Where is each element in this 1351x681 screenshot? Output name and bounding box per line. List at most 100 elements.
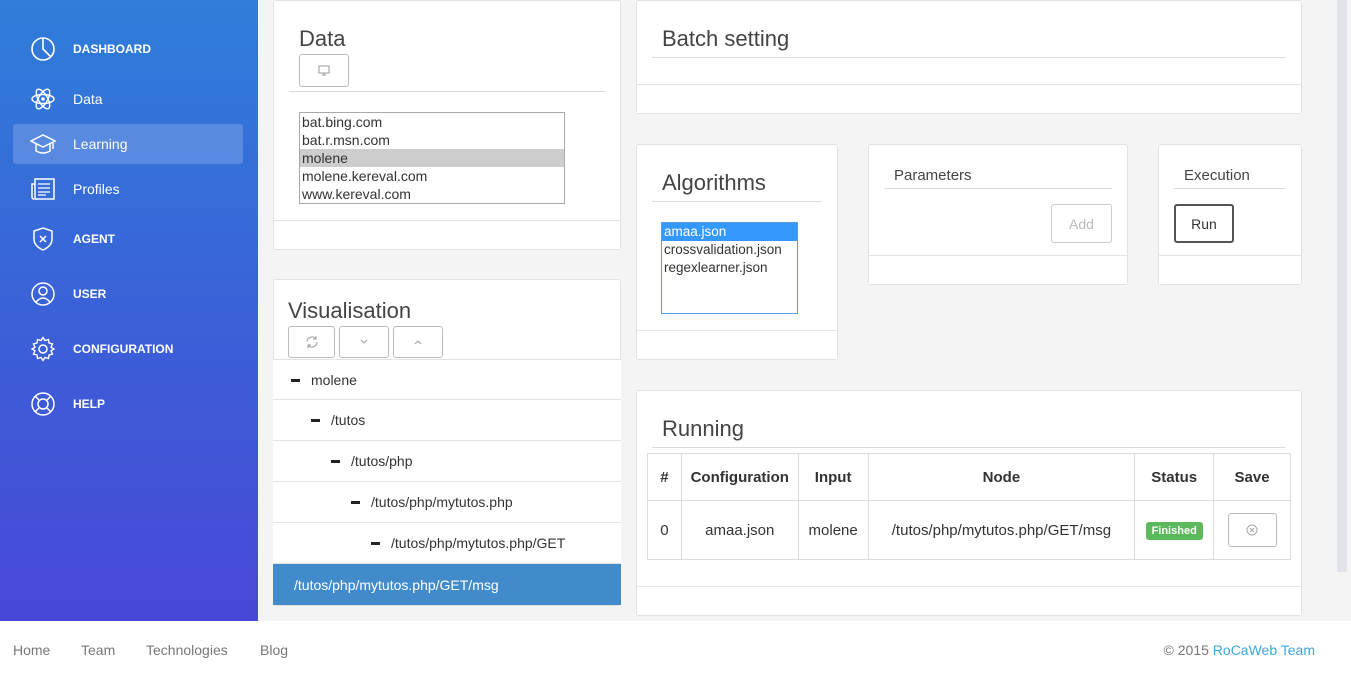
tree-node-label: /tutos [331,412,366,428]
refresh-icon [305,336,318,348]
column-header: Node [867,453,1136,501]
table-row: 0 amaa.json molene /tutos/php/mytutos.ph… [647,500,1291,560]
row-save [1213,500,1291,560]
sidebar-item-label: CONFIGURATION [73,342,174,356]
panel-footer [637,84,1301,113]
panel-title: Execution [1184,167,1250,184]
footer-link-team[interactable]: Team [81,642,115,658]
newspaper-icon [31,178,55,200]
panel-title: Parameters [894,167,972,184]
select-option[interactable]: bat.bing.com [300,113,564,131]
footer-link-home[interactable]: Home [13,642,50,658]
select-option-selected[interactable]: molene [300,149,564,167]
row-index: 0 [647,500,682,560]
select-option-selected[interactable]: amaa.json [662,223,797,241]
display-button[interactable] [299,54,349,87]
copyright: © 2015 RoCaWeb Team [1164,642,1315,658]
row-status: Finished [1134,500,1215,560]
user-icon [31,282,55,306]
collapse-dash-icon [331,460,340,463]
column-header: Input [797,453,869,501]
select-option[interactable]: bat.r.msn.com [300,131,564,149]
tree-node[interactable]: molene [273,359,621,400]
refresh-button[interactable] [288,326,335,358]
chevron-up-icon [414,340,422,345]
shield-icon [33,227,53,251]
sidebar-item-learning[interactable]: Learning [13,124,243,164]
row-configuration: amaa.json [680,500,799,560]
select-option[interactable]: crossvalidation.json [662,241,797,259]
tree-node[interactable]: /tutos/php/mytutos.php [273,482,621,523]
graduation-cap-icon [30,134,56,154]
copyright-text: © 2015 [1163,642,1213,658]
collapse-dash-icon [371,542,380,545]
panel-title: Data [299,26,346,51]
select-option[interactable]: www.kereval.com [300,185,564,203]
select-option[interactable]: regexlearner.json [662,259,797,277]
panel-footer [869,255,1127,284]
panel-footer [1159,255,1301,284]
scrollbar[interactable] [1337,0,1347,572]
select-option[interactable]: molene.kereval.com [300,167,564,185]
sidebar-item-label: HELP [73,397,106,411]
divider [1174,188,1286,189]
table-header-row: # Configuration Input Node Status Save [647,453,1291,501]
lifebuoy-icon [31,392,55,416]
brand-link[interactable]: RoCaWeb Team [1213,642,1315,658]
row-node: /tutos/php/mytutos.php/GET/msg [867,500,1136,560]
status-badge: Finished [1145,521,1203,540]
atom-icon [31,88,55,110]
collapse-dash-icon [351,501,360,504]
sidebar-item-configuration[interactable]: CONFIGURATION [13,329,243,369]
sidebar-item-label: DASHBOARD [73,42,151,56]
panel-title: Running [662,416,744,441]
column-header: Save [1213,453,1291,501]
tree-node-label: /tutos/php/mytutos.php/GET [391,535,566,551]
tree-node[interactable]: /tutos [273,400,621,441]
sidebar-item-label: Learning [73,136,128,152]
save-button[interactable] [1227,513,1277,547]
sidebar-item-label: USER [73,287,107,301]
monitor-icon [318,65,330,76]
divider [289,91,605,92]
tree-node-label: /tutos/php [351,453,413,469]
footer-link-technologies[interactable]: Technologies [146,642,228,658]
tree-node-selected[interactable]: /tutos/php/mytutos.php/GET/msg [273,564,621,605]
collapse-dash-icon [311,419,320,422]
tree-node[interactable]: /tutos/php [273,441,621,482]
sidebar-item-label: Profiles [73,181,120,197]
gear-icon [30,336,56,362]
footer-link-blog[interactable]: Blog [260,642,288,658]
collapse-button[interactable] [393,326,443,358]
sidebar-item-agent[interactable]: AGENT [13,219,243,259]
add-parameter-button[interactable]: Add [1051,204,1112,243]
sidebar-item-dashboard[interactable]: DASHBOARD [13,29,243,69]
running-table: # Configuration Input Node Status Save 0… [647,453,1291,560]
panel-title: Batch setting [662,26,790,51]
tree-node-label: /tutos/php/mytutos.php/GET/msg [294,576,499,593]
panel-footer [274,220,620,249]
panel-footer [637,330,837,359]
sidebar-item-data[interactable]: Data [13,79,243,119]
data-source-select[interactable]: bat.bing.com bat.r.msn.com molene molene… [299,112,565,204]
column-header: Configuration [680,453,799,501]
chevron-down-icon [360,339,368,344]
sidebar-item-label: Data [73,91,103,107]
run-button[interactable]: Run [1174,204,1234,243]
sidebar-item-user[interactable]: USER [13,274,243,314]
sidebar: DASHBOARD Data Learning Profiles AGENT U… [0,0,258,621]
divider [652,447,1286,448]
sidebar-item-profiles[interactable]: Profiles [13,169,243,209]
algorithm-select[interactable]: amaa.json crossvalidation.json regexlear… [661,222,798,314]
tree-node-label: /tutos/php/mytutos.php [371,494,513,510]
tree-node[interactable]: /tutos/php/mytutos.php/GET [273,523,621,564]
divider [652,201,822,202]
panel-title: Algorithms [662,170,766,195]
circle-x-icon [1246,524,1258,536]
sidebar-item-help[interactable]: HELP [13,384,243,424]
panel-title: Visualisation [288,298,412,323]
column-header: # [647,453,682,501]
divider [652,57,1286,58]
expand-button[interactable] [339,326,389,358]
collapse-dash-icon [291,379,300,382]
